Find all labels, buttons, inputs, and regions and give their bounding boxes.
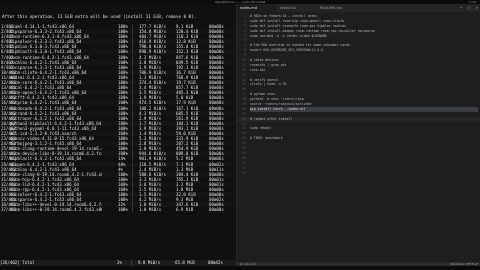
editor-tabs: notes.md install.sh README.md – □ × <box>237 4 480 12</box>
row-percent: 100% <box>118 207 128 213</box>
close-icon[interactable]: × <box>476 5 478 10</box>
editor-pane[interactable]: notes.md install.sh README.md – □ × 1 # R… <box>236 4 480 266</box>
editor-text[interactable]: 1 # ROCm on Fedora 43 — install notes 2 sud… <box>237 14 480 175</box>
row-size: 6.9 KiB <box>176 207 194 213</box>
row-speed: 1.0 MiB/s <box>139 207 162 213</box>
tab-readme[interactable]: README.md <box>317 4 357 12</box>
editor-line: 33 <box>237 171 480 176</box>
terminal-header-line: After this operation, 11 GiB extra will … <box>2 14 197 19</box>
tab-notes[interactable]: notes.md <box>237 4 277 12</box>
tab-install[interactable]: install.sh <box>277 4 317 12</box>
download-row: 37/402 rocm-libc++-0-19.14.rocm6.4.2.fc43… <box>1 207 235 212</box>
row-time: 00m00s <box>209 207 224 213</box>
line-number: 33 <box>242 170 246 175</box>
window-controls: – □ × <box>457 4 478 12</box>
bottom-panel <box>0 266 480 270</box>
download-list: 1/402 ocaml-4.14.1-1.fc43.x86_64 100% | 177.… <box>1 24 235 212</box>
terminal-header: After this operation, 11 GiB extra will … <box>0 4 236 34</box>
package-name: rocm-libc++-0-19.14.rocm6.4.2.fc43.x86_6… <box>10 207 102 213</box>
terminal-pane[interactable]: After this operation, 11 GiB extra will … <box>0 4 236 266</box>
minimize-icon[interactable]: – <box>460 5 462 10</box>
row-bar: | <box>131 207 134 213</box>
maximize-icon[interactable]: □ <box>468 5 470 10</box>
